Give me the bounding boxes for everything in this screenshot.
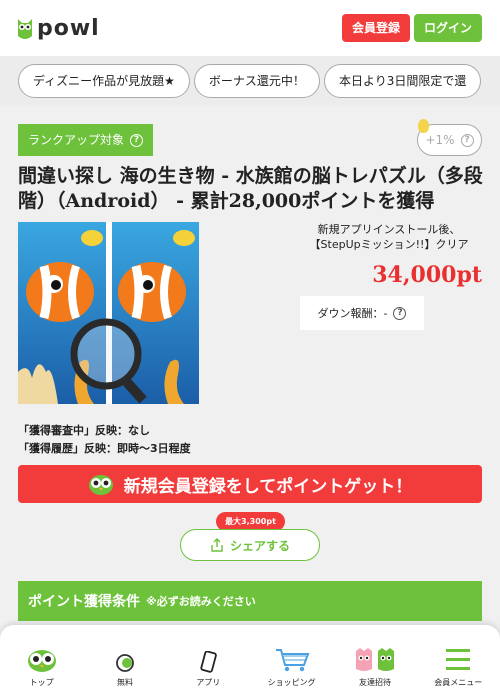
coin-icon bbox=[418, 119, 429, 133]
rankup-label: ランクアップ対象 bbox=[28, 133, 125, 147]
reflection-info: 「獲得審査中」反映：なし 「獲得履歴」反映：即時～3日程度 bbox=[18, 422, 191, 458]
nav-item-member-menu[interactable]: 会員メニュー bbox=[417, 625, 500, 700]
conditions-header[interactable]: ポイント獲得条件 ※必ずお読みください bbox=[18, 581, 482, 621]
owl-logo-icon bbox=[18, 19, 32, 39]
cart-icon bbox=[275, 649, 310, 672]
nav-item-free[interactable]: 無料 bbox=[83, 625, 166, 700]
nav-item-app[interactable]: アプリ bbox=[167, 625, 250, 700]
friends-owl-icon bbox=[355, 648, 394, 671]
conditions-note: ※必ずお読みください bbox=[146, 595, 256, 608]
share-button[interactable]: シェアする bbox=[180, 529, 320, 561]
nav-item-invite[interactable]: 友達招待 bbox=[333, 625, 416, 700]
header: powl 会員登録 ログイン bbox=[0, 0, 500, 56]
offer-summary: 新規アプリインストール後、 【StepUpミッション!!】クリア 34,000p… bbox=[300, 222, 482, 330]
nav-item-top[interactable]: トップ bbox=[0, 625, 83, 700]
rankup-badge[interactable]: ランクアップ対象 ? bbox=[18, 124, 154, 156]
offer-title: 間違い探し 海の生き物 - 水族館の脳トレパズル（多段階）（Android） -… bbox=[18, 165, 483, 212]
free-coin-icon bbox=[116, 654, 134, 672]
nav-label: 無料 bbox=[116, 678, 133, 687]
share-label: シェアする bbox=[229, 538, 290, 553]
points-value: 34,000pt bbox=[372, 262, 482, 288]
nav-item-shopping[interactable]: ショッピング bbox=[250, 625, 333, 700]
reflection-line: 「獲得履歴」反映：即時～3日程度 bbox=[18, 442, 191, 455]
share-icon bbox=[211, 538, 223, 552]
down-reward-label: ダウン報酬：- bbox=[317, 307, 388, 320]
tag-bar: ディズニー作品が見放題★ ボーナス還元中！ 本日より3日間限定で還 bbox=[0, 56, 500, 106]
smartphone-icon bbox=[200, 651, 218, 673]
nav-label: 友達招待 bbox=[358, 678, 391, 687]
offer-detail: ランクアップ対象 ? +1% ? 間違い探し 海の生き物 - 水族館の脳トレパズ… bbox=[0, 106, 500, 700]
owl-icon bbox=[27, 650, 56, 672]
tag-chip[interactable]: 本日より3日間限定で還 bbox=[323, 64, 482, 98]
nav-label: 会員メニュー bbox=[434, 678, 483, 687]
signup-cta-button[interactable]: 新規会員登録をしてポイントゲット！ bbox=[18, 465, 482, 503]
help-icon: ? bbox=[130, 133, 144, 147]
powl-logo[interactable]: powl bbox=[16, 16, 100, 41]
help-icon: ? bbox=[460, 133, 474, 147]
nav-label: ショッピング bbox=[267, 678, 316, 687]
login-button[interactable]: ログイン bbox=[414, 14, 482, 42]
register-button[interactable]: 会員登録 bbox=[341, 14, 410, 42]
logo-text: powl bbox=[37, 15, 100, 41]
reflection-line: 「獲得審査中」反映：なし bbox=[18, 424, 150, 437]
owl-icon bbox=[88, 475, 113, 495]
mission-line: 新規アプリインストール後、 bbox=[317, 223, 461, 236]
app-thumbnail[interactable] bbox=[18, 222, 199, 404]
nav-label: トップ bbox=[29, 678, 54, 687]
bonus-rate-label: +1% bbox=[425, 133, 455, 147]
mission-line: 【StepUpミッション!!】クリア bbox=[309, 238, 469, 251]
mission-text: 新規アプリインストール後、 【StepUpミッション!!】クリア bbox=[296, 222, 482, 252]
conditions-title: ポイント獲得条件 bbox=[28, 594, 140, 610]
signup-cta-label: 新規会員登録をしてポイントゲット！ bbox=[123, 476, 413, 497]
tag-chip[interactable]: ボーナス還元中！ bbox=[193, 64, 320, 98]
hamburger-menu-icon bbox=[446, 649, 471, 670]
nav-label: アプリ bbox=[196, 678, 221, 687]
down-reward-box[interactable]: ダウン報酬：- ? bbox=[300, 296, 424, 330]
tag-chip[interactable]: ディズニー作品が見放題★ bbox=[18, 64, 190, 98]
bottom-nav: トップ 無料 アプリ ショッピング 友達招待 会員メニュー bbox=[0, 625, 500, 700]
help-icon: ? bbox=[393, 306, 407, 320]
